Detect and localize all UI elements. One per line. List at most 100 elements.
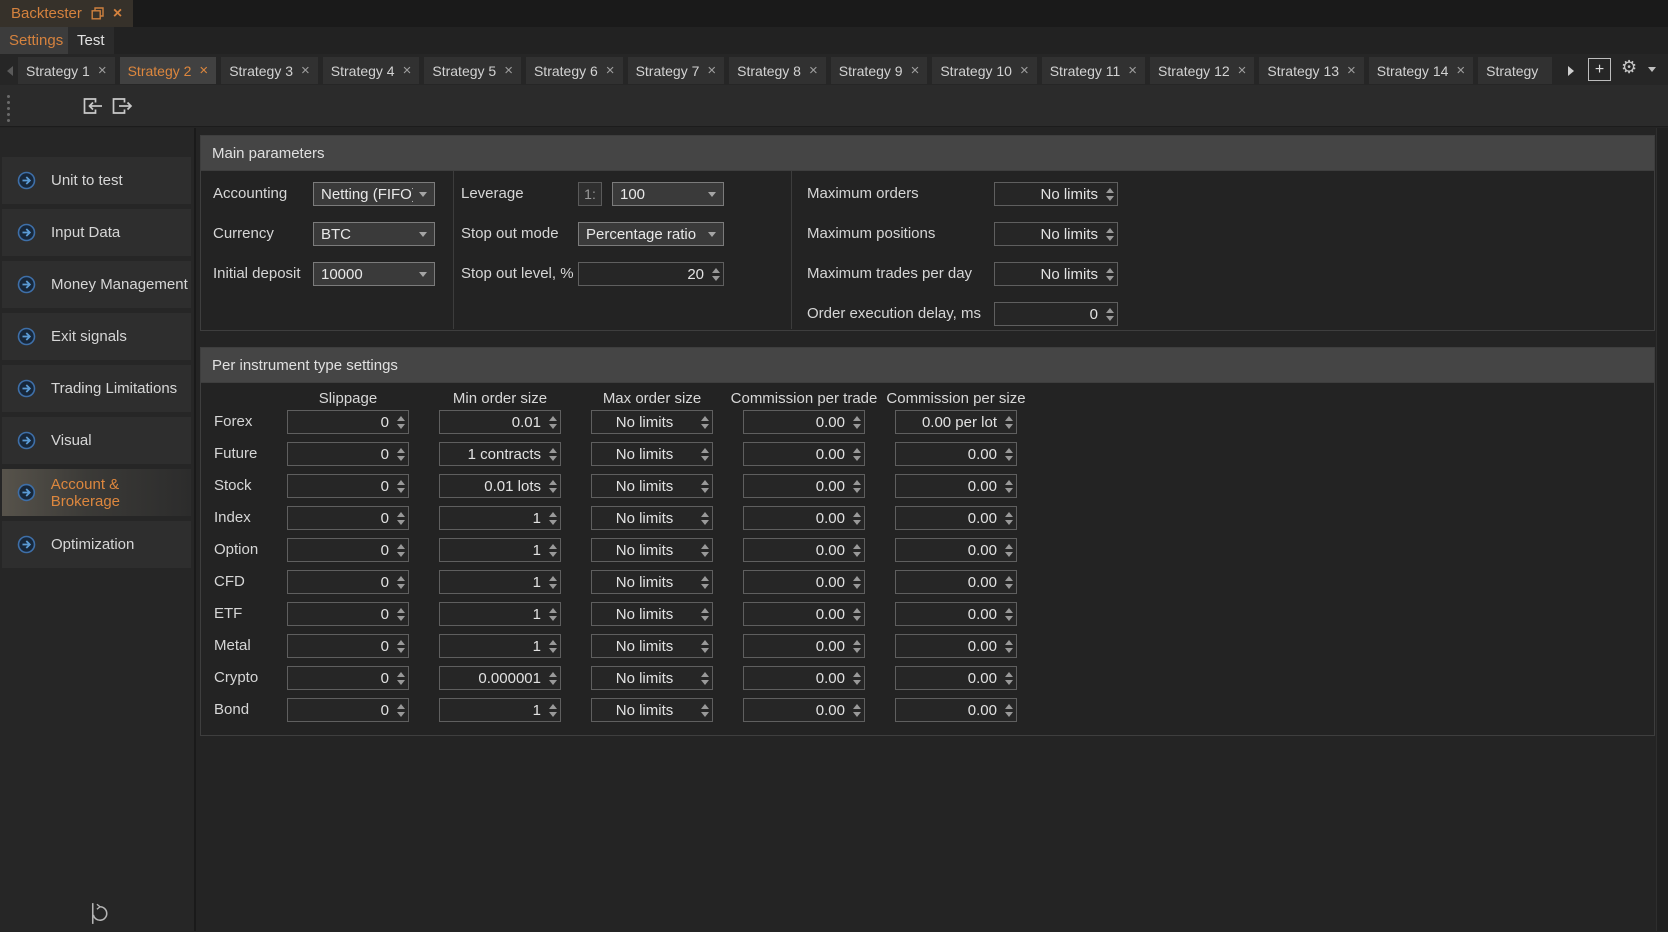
spinner-up-icon[interactable]: [853, 480, 861, 485]
spinner-down-icon[interactable]: [397, 520, 405, 525]
initial-deposit-dropdown[interactable]: 10000: [313, 262, 435, 286]
stop-out-level-spinner[interactable]: 20: [578, 262, 724, 286]
restore-window-icon[interactable]: [91, 7, 104, 20]
commission-per-trade-spinner[interactable]: 0.00: [743, 410, 865, 434]
tab-test[interactable]: Test: [68, 27, 114, 54]
accounting-dropdown[interactable]: Netting (FIFO): [313, 182, 435, 206]
commission-per-trade-spinner[interactable]: 0.00: [743, 666, 865, 690]
max-order-size-spinner[interactable]: No limits: [591, 410, 713, 434]
tab-close-icon[interactable]: ×: [504, 63, 513, 78]
spinner-up-icon[interactable]: [397, 704, 405, 709]
slippage-spinner[interactable]: 0: [287, 666, 409, 690]
spinner-down-icon[interactable]: [549, 552, 557, 557]
spinner-up-icon[interactable]: [1005, 416, 1013, 421]
spinner-up-icon[interactable]: [701, 480, 709, 485]
spinner-up-icon[interactable]: [701, 544, 709, 549]
spinner-up-icon[interactable]: [1106, 268, 1114, 273]
spinner-down-icon[interactable]: [397, 584, 405, 589]
spinner-up-icon[interactable]: [853, 416, 861, 421]
spinner-down-icon[interactable]: [853, 424, 861, 429]
min-order-size-spinner[interactable]: 0.01: [439, 410, 561, 434]
commission-per-trade-spinner[interactable]: 0.00: [743, 602, 865, 626]
max-order-size-spinner[interactable]: No limits: [591, 570, 713, 594]
tab-settings[interactable]: Settings: [0, 27, 72, 54]
spinner-down-icon[interactable]: [853, 712, 861, 717]
spinner-down-icon[interactable]: [853, 616, 861, 621]
tab-close-icon[interactable]: ×: [606, 63, 615, 78]
spinner-down-icon[interactable]: [549, 712, 557, 717]
spinner-up-icon[interactable]: [701, 704, 709, 709]
spinner-down-icon[interactable]: [549, 456, 557, 461]
tab-close-icon[interactable]: ×: [199, 63, 208, 78]
strategy-tab[interactable]: Strategy 7×: [628, 57, 725, 84]
spinner-down-icon[interactable]: [549, 424, 557, 429]
strategy-tab[interactable]: Strategy 13×: [1259, 57, 1363, 84]
spinner-down-icon[interactable]: [701, 584, 709, 589]
chevron-down-icon[interactable]: [1648, 67, 1656, 72]
commission-per-size-spinner[interactable]: 0.00: [895, 666, 1017, 690]
spinner-up-icon[interactable]: [549, 448, 557, 453]
spinner-down-icon[interactable]: [853, 648, 861, 653]
spinner-up-icon[interactable]: [397, 576, 405, 581]
commission-per-size-spinner[interactable]: 0.00: [895, 698, 1017, 722]
scroll-left-icon[interactable]: [7, 66, 13, 76]
slippage-spinner[interactable]: 0: [287, 634, 409, 658]
spinner-down-icon[interactable]: [701, 712, 709, 717]
spinner-up-icon[interactable]: [1005, 512, 1013, 517]
spinner-down-icon[interactable]: [853, 488, 861, 493]
commission-per-trade-spinner[interactable]: 0.00: [743, 538, 865, 562]
spinner-up-icon[interactable]: [1005, 448, 1013, 453]
scroll-right-icon[interactable]: [1568, 66, 1574, 76]
spinner-down-icon[interactable]: [397, 648, 405, 653]
spinner-up-icon[interactable]: [1005, 544, 1013, 549]
slippage-spinner[interactable]: 0: [287, 506, 409, 530]
min-order-size-spinner[interactable]: 1: [439, 698, 561, 722]
strategy-tab[interactable]: Strategy 11×: [1042, 57, 1145, 84]
slippage-spinner[interactable]: 0: [287, 602, 409, 626]
spinner-down-icon[interactable]: [712, 276, 720, 281]
strategy-tab[interactable]: Strategy 1×: [18, 57, 115, 84]
spinner-up-icon[interactable]: [853, 512, 861, 517]
sidebar-item-input-data[interactable]: Input Data: [2, 209, 191, 256]
maximum-trades-per-day-spinner[interactable]: No limits: [994, 262, 1118, 286]
spinner-up-icon[interactable]: [1005, 608, 1013, 613]
commission-per-trade-spinner[interactable]: 0.00: [743, 698, 865, 722]
spinner-up-icon[interactable]: [397, 448, 405, 453]
spinner-down-icon[interactable]: [853, 680, 861, 685]
spinner-down-icon[interactable]: [1005, 552, 1013, 557]
import-settings-button[interactable]: [80, 94, 104, 118]
spinner-up-icon[interactable]: [549, 480, 557, 485]
slippage-spinner[interactable]: 0: [287, 410, 409, 434]
strategy-tab[interactable]: Strategy 9×: [831, 57, 928, 84]
min-order-size-spinner[interactable]: 0.01 lots: [439, 474, 561, 498]
strategy-tab[interactable]: Strategy 12×: [1150, 57, 1254, 84]
reset-icon[interactable]: [86, 900, 113, 927]
sidebar-item-exit-signals[interactable]: Exit signals: [2, 313, 191, 360]
tab-close-icon[interactable]: ×: [809, 63, 818, 78]
tab-close-icon[interactable]: ×: [1128, 63, 1137, 78]
tab-close-icon[interactable]: ×: [707, 63, 716, 78]
spinner-up-icon[interactable]: [701, 640, 709, 645]
sidebar-item-account-brokerage[interactable]: Account & Brokerage: [2, 469, 191, 516]
min-order-size-spinner[interactable]: 1 contracts: [439, 442, 561, 466]
spinner-up-icon[interactable]: [1106, 188, 1114, 193]
max-order-size-spinner[interactable]: No limits: [591, 602, 713, 626]
spinner-down-icon[interactable]: [701, 680, 709, 685]
spinner-up-icon[interactable]: [1005, 480, 1013, 485]
spinner-down-icon[interactable]: [853, 584, 861, 589]
spinner-down-icon[interactable]: [549, 520, 557, 525]
spinner-up-icon[interactable]: [1005, 672, 1013, 677]
commission-per-size-spinner[interactable]: 0.00: [895, 570, 1017, 594]
spinner-up-icon[interactable]: [701, 672, 709, 677]
commission-per-trade-spinner[interactable]: 0.00: [743, 442, 865, 466]
spinner-down-icon[interactable]: [853, 552, 861, 557]
spinner-up-icon[interactable]: [397, 544, 405, 549]
spinner-up-icon[interactable]: [549, 672, 557, 677]
strategy-tab[interactable]: Strategy 14×: [1369, 57, 1473, 84]
spinner-down-icon[interactable]: [701, 520, 709, 525]
commission-per-size-spinner[interactable]: 0.00: [895, 506, 1017, 530]
spinner-up-icon[interactable]: [853, 448, 861, 453]
spinner-up-icon[interactable]: [1005, 576, 1013, 581]
spinner-down-icon[interactable]: [397, 712, 405, 717]
strategy-tab[interactable]: Strategy 8×: [729, 57, 826, 84]
